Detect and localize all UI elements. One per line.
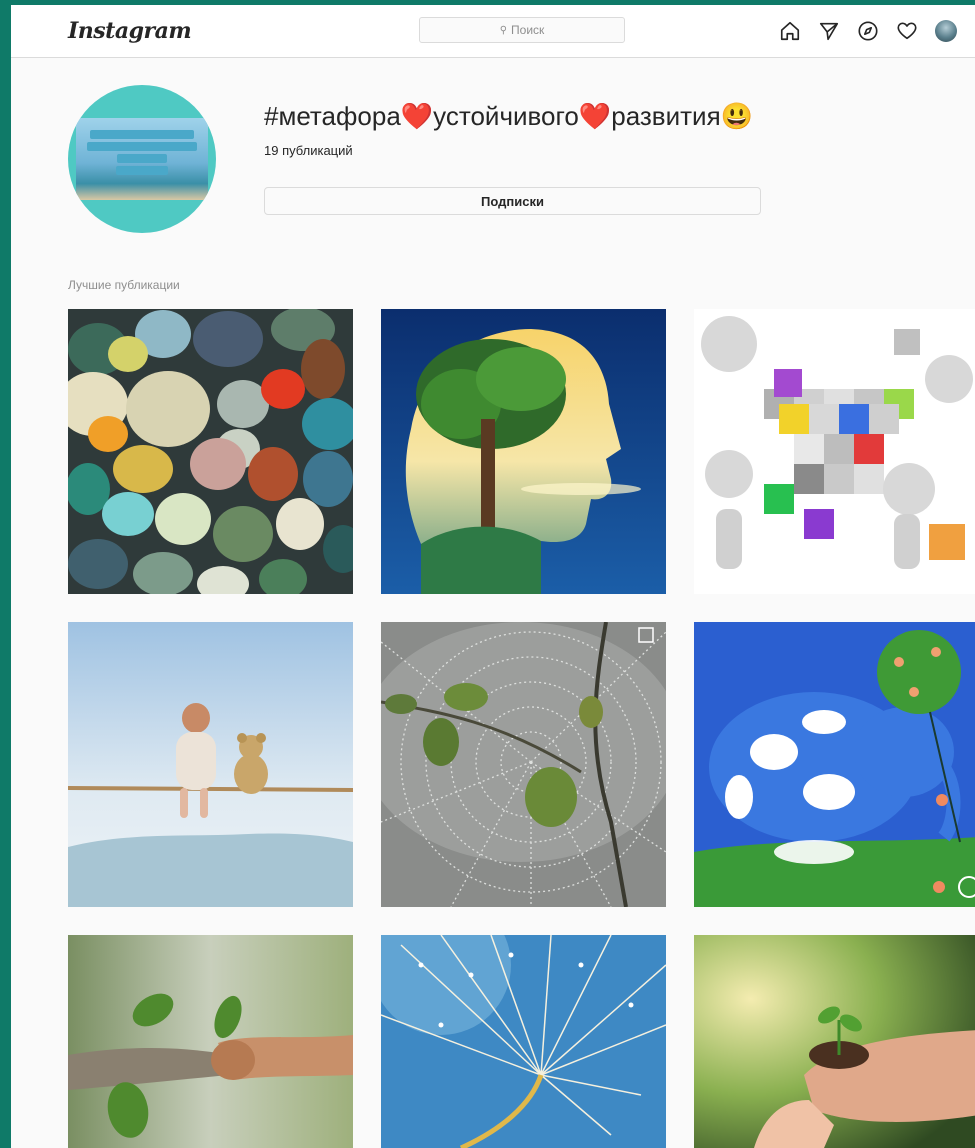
- top-posts-label: Лучшие публикации: [68, 278, 180, 292]
- blue-elephant-image: [694, 622, 975, 907]
- post-tile-blue-elephant[interactable]: [694, 622, 975, 907]
- baby-rope-image: [68, 622, 353, 907]
- activity-icon[interactable]: [896, 20, 918, 42]
- post-count: 19 публикаций: [264, 143, 353, 158]
- branch-hand-image: [68, 935, 353, 1148]
- search-input[interactable]: ⚲ Поиск: [419, 17, 625, 43]
- nav-icons: [779, 18, 957, 44]
- hashtag-title: #метафора❤️устойчивого❤️развития😃: [264, 101, 754, 131]
- avatar-poster: [76, 118, 208, 200]
- dandelion-image: [381, 935, 666, 1148]
- post-tile-sea-glass[interactable]: [68, 309, 353, 594]
- profile-avatar[interactable]: [935, 20, 957, 42]
- follow-button[interactable]: Подписки: [264, 187, 761, 215]
- post-tile-baby-rope[interactable]: [68, 622, 353, 907]
- instagram-page: Instagram ⚲ Поиск #метафора❤️устойчивого…: [11, 5, 975, 1148]
- post-tile-tree-head[interactable]: [381, 309, 666, 594]
- 3d-cube-image: [694, 309, 975, 594]
- hands-sprout-image: [694, 935, 975, 1148]
- dew-web-image: [381, 622, 666, 907]
- home-icon[interactable]: [779, 20, 801, 42]
- top-nav-bar: Instagram ⚲ Поиск: [11, 5, 975, 58]
- search-icon: ⚲: [499, 24, 508, 36]
- direct-icon[interactable]: [818, 20, 840, 42]
- post-tile-dandelion[interactable]: [381, 935, 666, 1148]
- hashtag-avatar-image: [68, 85, 216, 233]
- sea-glass-image: [68, 309, 353, 594]
- post-tile-branch-hand[interactable]: [68, 935, 353, 1148]
- search-placeholder: Поиск: [511, 23, 545, 37]
- post-tile-3d-cube[interactable]: [694, 309, 975, 594]
- instagram-logo[interactable]: Instagram: [68, 18, 192, 44]
- tree-head-image: [381, 309, 666, 594]
- post-tile-hands-sprout[interactable]: [694, 935, 975, 1148]
- explore-icon[interactable]: [857, 20, 879, 42]
- post-tile-dew-web[interactable]: [381, 622, 666, 907]
